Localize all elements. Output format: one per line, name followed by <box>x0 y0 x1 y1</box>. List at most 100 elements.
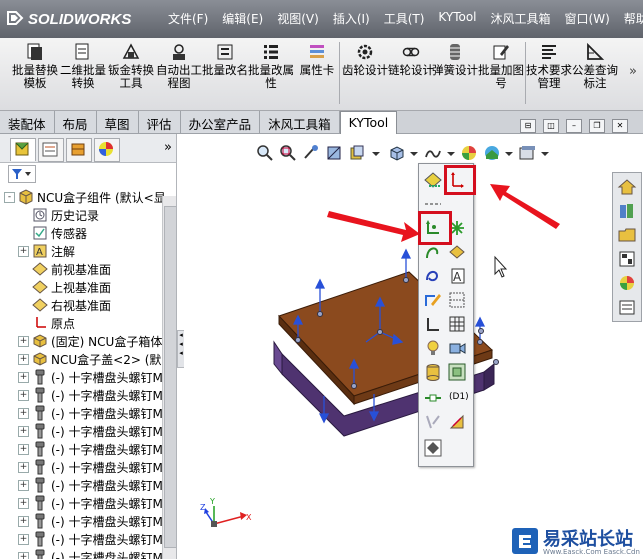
tree-item[interactable]: + (-) 十字槽盘头螺钉M <box>0 458 176 476</box>
tab-assembly[interactable]: 装配体 <box>0 111 55 133</box>
tree-item[interactable]: 原点 <box>0 314 176 332</box>
ribbon-more-button[interactable]: » <box>629 64 637 79</box>
tab-sketch[interactable]: 草图 <box>96 111 139 133</box>
tree-item[interactable]: + (-) 十字槽盘头螺钉M <box>0 404 176 422</box>
zoom-to-fit-icon[interactable] <box>256 144 274 162</box>
previous-view-icon[interactable] <box>302 144 320 162</box>
view-sketch-planes-icon[interactable] <box>447 290 467 310</box>
tree-item[interactable]: + (-) 十字槽盘头螺钉M <box>0 530 176 548</box>
view-settings-icon[interactable] <box>518 144 536 162</box>
sheetmetal-convert-button[interactable]: 钣金转换工具 <box>106 40 156 106</box>
property-card-button[interactable]: 属性卡 <box>292 40 342 106</box>
tree-item[interactable]: 上视基准面 <box>0 278 176 296</box>
batch-drawing-number-button[interactable]: 批量加图号 <box>476 40 526 106</box>
restore-doc-button[interactable]: ❐ <box>589 119 605 133</box>
tree-item[interactable]: + (-) 十字槽盘头螺钉M <box>0 422 176 440</box>
view-decals-icon[interactable] <box>423 362 443 382</box>
tree-item[interactable]: 传感器 <box>0 224 176 242</box>
menu-kytool[interactable]: KYTool <box>438 10 476 27</box>
expand-icon[interactable]: + <box>18 408 29 419</box>
tab-display-manager[interactable] <box>94 138 120 162</box>
apply-scene-icon[interactable] <box>483 144 501 162</box>
dropdown-arrow-icon[interactable] <box>536 144 554 162</box>
batch-rename-button[interactable]: 批量改名 <box>200 40 250 106</box>
tolerance-query-button[interactable]: 公差查询标注 <box>570 40 620 106</box>
expand-icon[interactable]: + <box>18 516 29 527</box>
file-explorer-icon[interactable] <box>617 225 637 245</box>
tree-item[interactable]: + (-) 十字槽盘头螺钉M <box>0 368 176 386</box>
zoom-area-icon[interactable] <box>279 144 297 162</box>
view-lights-icon[interactable] <box>423 338 443 358</box>
menu-file[interactable]: 文件(F) <box>168 10 208 27</box>
tree-item[interactable]: + NCU盒子盖<2> (默 <box>0 350 176 368</box>
view-dimension-names-icon[interactable] <box>423 388 443 408</box>
auto-drawing-button[interactable]: 自动出工程图 <box>154 40 204 106</box>
view-mates-icon[interactable] <box>423 412 443 432</box>
expand-icon[interactable]: + <box>18 498 29 509</box>
expand-icon[interactable]: + <box>18 462 29 473</box>
expand-icon[interactable]: + <box>18 390 29 401</box>
collapse-icon[interactable]: - <box>4 192 15 203</box>
menu-view[interactable]: 视图(V) <box>277 10 319 27</box>
menu-edit[interactable]: 编辑(E) <box>222 10 263 27</box>
expand-icon[interactable]: + <box>18 354 29 365</box>
view-parting-lines-icon[interactable] <box>447 242 467 262</box>
dropdown-arrow-icon[interactable] <box>442 144 460 162</box>
display-style-icon[interactable] <box>424 144 442 162</box>
edit-appearance-icon[interactable] <box>460 144 478 162</box>
view-planes-icon[interactable] <box>423 170 443 190</box>
tree-item[interactable]: + (-) 十字槽盘头螺钉M <box>0 548 176 559</box>
expand-icon[interactable]: + <box>18 246 29 257</box>
tile-horizontal-button[interactable]: ⊟ <box>520 119 536 133</box>
expand-icon[interactable]: + <box>18 552 29 559</box>
design-library-icon[interactable] <box>617 201 637 221</box>
tab-kytool[interactable]: KYTool <box>339 111 398 134</box>
menu-insert[interactable]: 插入(I) <box>333 10 370 27</box>
solidworks-logo[interactable]: SOLIDWORKS <box>6 10 131 28</box>
home-icon[interactable] <box>617 177 637 197</box>
view-palette-icon[interactable] <box>617 249 637 269</box>
expand-icon[interactable]: + <box>18 426 29 437</box>
dropdown-arrow-icon[interactable] <box>500 144 518 162</box>
view-all-types-icon[interactable] <box>423 438 443 458</box>
expand-icon[interactable]: + <box>18 444 29 455</box>
model-view[interactable]: X Y Z <box>184 164 610 559</box>
tree-item[interactable]: 历史记录 <box>0 206 176 224</box>
tree-item[interactable]: + (固定) NCU盒子箱体 <box>0 332 176 350</box>
tech-requirement-button[interactable]: 技术要求管理 <box>524 40 574 106</box>
tab-evaluate[interactable]: 评估 <box>138 111 181 133</box>
tree-item[interactable]: + (-) 十字槽盘头螺钉M <box>0 494 176 512</box>
tree-item[interactable]: + (-) 十字槽盘头螺钉M <box>0 476 176 494</box>
gear-design-button[interactable]: 齿轮设计 <box>340 40 390 106</box>
tree-filter-button[interactable] <box>8 165 36 183</box>
tab-feature-tree[interactable] <box>10 138 36 161</box>
tab-office-products[interactable]: 办公室产品 <box>180 111 261 133</box>
menu-window[interactable]: 窗口(W) <box>565 10 610 27</box>
view-weld-beads-icon[interactable] <box>447 412 467 432</box>
view-orientation-icon[interactable] <box>388 144 406 162</box>
appearances-icon[interactable] <box>617 273 637 293</box>
view-temporary-axes-icon[interactable] <box>447 362 467 382</box>
tree-item[interactable]: + A 注解 <box>0 242 176 260</box>
tree-item[interactable]: - NCU盒子组件 (默认<显 <box>0 188 176 206</box>
view-cameras-icon[interactable] <box>447 338 467 358</box>
spring-design-button[interactable]: 弹簧设计 <box>430 40 480 106</box>
2d-batch-convert-button[interactable]: 二维批量转换 <box>58 40 108 106</box>
batch-replace-template-button[interactable]: 批量替换模板 <box>10 40 60 106</box>
tree-item[interactable]: + (-) 十字槽盘头螺钉M <box>0 386 176 404</box>
tree-item[interactable]: + (-) 十字槽盘头螺钉M <box>0 512 176 530</box>
tree-scrollbar-thumb[interactable] <box>164 206 177 548</box>
custom-properties-icon[interactable] <box>617 297 637 317</box>
tab-mufeng-toolbox[interactable]: 沐风工具箱 <box>260 111 340 133</box>
menu-mufeng-toolbox[interactable]: 沐风工具箱 <box>491 10 551 27</box>
tree-scrollbar[interactable] <box>162 196 177 559</box>
expand-icon[interactable]: + <box>18 336 29 347</box>
view-routing-points-icon[interactable] <box>423 266 443 286</box>
panel-more-button[interactable]: » <box>164 140 172 155</box>
expand-icon[interactable]: + <box>18 372 29 383</box>
close-doc-button[interactable]: ✕ <box>612 119 628 133</box>
minimize-doc-button[interactable]: – <box>566 119 582 133</box>
tree-item[interactable]: + (-) 十字槽盘头螺钉M <box>0 440 176 458</box>
view-annotations-icon[interactable]: A <box>447 266 467 286</box>
tab-property-manager[interactable] <box>38 138 64 162</box>
